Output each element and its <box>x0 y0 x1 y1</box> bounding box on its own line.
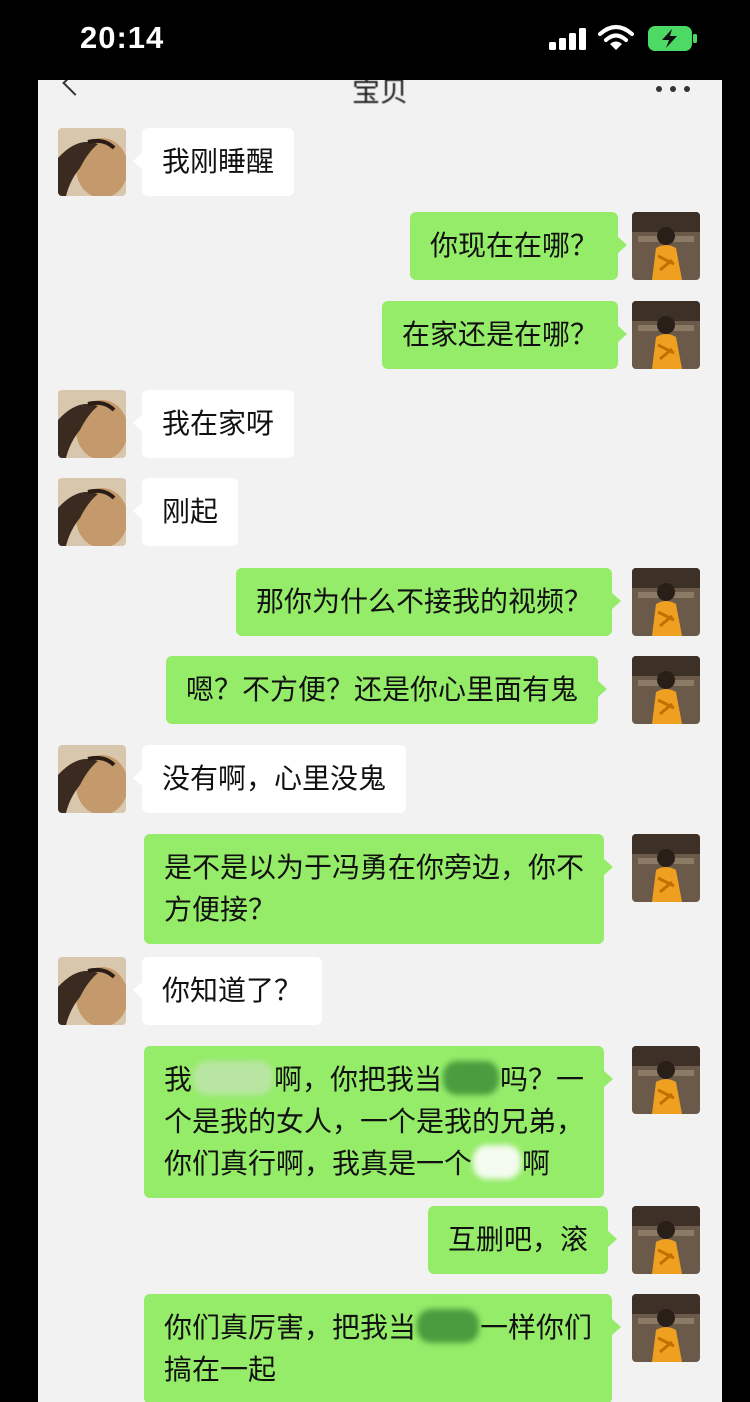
contact-avatar[interactable] <box>58 478 126 546</box>
incoming-message-bubble[interactable]: 你知道了？ <box>132 957 323 1025</box>
message-text: 啊 <box>522 1147 551 1180</box>
message-text: 嗯？不方便？还是你心里面有鬼 <box>186 673 579 706</box>
outgoing-message-bubble[interactable]: 你们真厉害，把我当 一样你们 搞在一起 <box>144 1294 622 1402</box>
user-avatar[interactable] <box>632 1206 700 1274</box>
message-text: 你们真厉害，把我当 <box>164 1311 417 1344</box>
message-text-line: 方便接？ <box>164 893 277 926</box>
message-text-line: 个是我的女人，一个是我的兄弟， <box>164 1105 585 1138</box>
outgoing-message-bubble[interactable]: 嗯？不方便？还是你心里面有鬼 <box>166 656 608 724</box>
message-text-line: 我 啊，你把我当 吗？一 <box>164 1059 584 1101</box>
user-avatar[interactable] <box>632 656 700 724</box>
outgoing-message-bubble[interactable]: 你现在在哪？ <box>410 212 628 280</box>
incoming-message-bubble[interactable]: 没有啊，心里没鬼 <box>132 745 407 813</box>
user-avatar[interactable] <box>632 1294 700 1362</box>
status-bar: 20:14 <box>0 0 750 80</box>
status-time: 20:14 <box>80 20 165 55</box>
user-avatar[interactable] <box>632 568 700 636</box>
user-avatar[interactable] <box>632 1046 700 1114</box>
message-text: 那你为什么不接我的视频？ <box>256 585 593 618</box>
message-text: 你们真行啊，我真是一个 <box>164 1147 473 1180</box>
wifi-icon <box>598 24 634 52</box>
chat-header: 宝贝 <box>38 80 722 106</box>
message-text-line: 是不是以为于冯勇在你旁边，你不 <box>164 851 585 884</box>
message-text-line: 你们真行啊，我真是一个 啊 <box>164 1143 584 1185</box>
censored-text-mask <box>193 1061 274 1095</box>
outgoing-message-bubble[interactable]: 是不是以为于冯勇在你旁边，你不 方便接？ <box>144 834 614 944</box>
censored-text-mask <box>473 1145 522 1179</box>
censored-text-mask <box>417 1309 480 1343</box>
chat-title: 宝贝 <box>351 80 408 106</box>
message-text: 我在家呀 <box>162 407 275 440</box>
outgoing-message-bubble[interactable]: 在家还是在哪？ <box>382 301 628 369</box>
message-text: 你知道了？ <box>162 974 303 1007</box>
message-text: 一样你们 <box>480 1311 593 1344</box>
outgoing-message-bubble[interactable]: 互删吧，滚 <box>428 1206 618 1274</box>
outgoing-message-bubble[interactable]: 那你为什么不接我的视频？ <box>236 568 622 636</box>
message-text: 我 <box>164 1063 193 1096</box>
contact-avatar[interactable] <box>58 957 126 1025</box>
contact-avatar[interactable] <box>58 390 126 458</box>
message-text: 刚起 <box>162 495 219 528</box>
chat-screen: 宝贝 我刚睡醒 你现在在哪？ 在家还是在哪？ 我在家呀 刚起 那你为什么不接我的… <box>38 80 722 1402</box>
message-text: 吗？一 <box>500 1063 585 1096</box>
user-avatar[interactable] <box>632 212 700 280</box>
message-text: 你现在在哪？ <box>430 229 599 262</box>
message-text: 我刚睡醒 <box>162 145 275 178</box>
message-text: 没有啊，心里没鬼 <box>162 762 387 795</box>
user-avatar[interactable] <box>632 834 700 902</box>
incoming-message-bubble[interactable]: 我在家呀 <box>132 390 295 458</box>
contact-avatar[interactable] <box>58 745 126 813</box>
outgoing-message-bubble[interactable]: 我 啊，你把我当 吗？一 个是我的女人，一个是我的兄弟， 你们真行啊，我真是一个 啊 <box>144 1046 614 1198</box>
user-avatar[interactable] <box>632 301 700 369</box>
incoming-message-bubble[interactable]: 刚起 <box>132 478 239 546</box>
contact-avatar[interactable] <box>58 128 126 196</box>
battery-charging-icon <box>648 26 698 51</box>
message-text-line: 搞在一起 <box>164 1353 277 1386</box>
signal-icon <box>549 28 587 50</box>
message-text: 互删吧，滚 <box>448 1223 589 1256</box>
message-text: 啊，你把我当 <box>274 1063 443 1096</box>
message-text-line: 你们真厉害，把我当 一样你们 <box>164 1307 592 1349</box>
more-options-icon[interactable] <box>656 86 690 92</box>
incoming-message-bubble[interactable]: 我刚睡醒 <box>132 128 295 196</box>
censored-text-mask <box>443 1061 500 1095</box>
message-text: 在家还是在哪？ <box>402 318 599 351</box>
